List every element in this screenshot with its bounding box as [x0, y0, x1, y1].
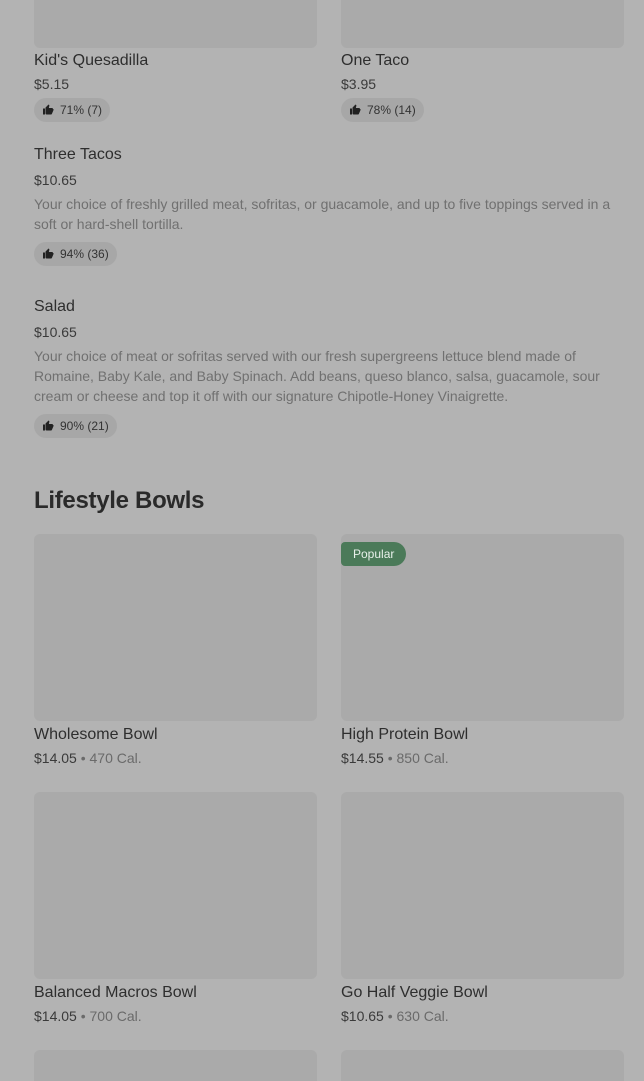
- item-calories: 630 Cal.: [396, 1008, 449, 1024]
- item-price-calories: $14.55 • 850 Cal.: [341, 750, 449, 766]
- item-name[interactable]: Go Half Veggie Bowl: [341, 984, 488, 1002]
- item-price: $14.55: [341, 750, 384, 766]
- rating-pill: 71% (7): [34, 98, 111, 122]
- popular-badge: Popular: [341, 542, 407, 566]
- rating-text: 94% (36): [60, 247, 109, 261]
- item-name[interactable]: Three Tacos: [34, 146, 122, 164]
- item-price: $3.95: [341, 76, 377, 92]
- item-image-go-half-veggie-bowl[interactable]: [341, 792, 624, 979]
- section-title: Lifestyle Bowls: [34, 487, 205, 514]
- item-name[interactable]: Balanced Macros Bowl: [34, 984, 197, 1002]
- item-price: $14.05: [34, 750, 77, 766]
- thumbs-up-icon: [350, 104, 361, 115]
- item-price: $10.65: [341, 1008, 384, 1024]
- rating-pill: 94% (36): [34, 242, 117, 266]
- item-image[interactable]: [34, 1050, 317, 1081]
- item-image-kids-quesadilla[interactable]: [34, 0, 317, 48]
- item-name[interactable]: High Protein Bowl: [341, 726, 468, 744]
- separator: •: [387, 1008, 393, 1024]
- item-calories: 470 Cal.: [89, 750, 142, 766]
- item-name[interactable]: Salad: [34, 298, 75, 316]
- item-image-one-taco[interactable]: [341, 0, 624, 48]
- separator: •: [80, 750, 86, 766]
- separator: •: [80, 1008, 86, 1024]
- item-description: Your choice of freshly grilled meat, sof…: [34, 196, 611, 232]
- item-description: Your choice of meat or sofritas served w…: [34, 348, 600, 404]
- item-price: $5.15: [34, 76, 70, 92]
- thumbs-up-icon: [43, 104, 54, 115]
- item-calories: 850 Cal.: [396, 750, 449, 766]
- rating-pill: 90% (21): [34, 414, 117, 438]
- rating-text: 90% (21): [60, 419, 109, 433]
- item-price: $10.65: [34, 172, 77, 188]
- separator: •: [387, 750, 393, 766]
- thumbs-up-icon: [43, 420, 54, 431]
- rating-pill: 78% (14): [341, 98, 424, 122]
- item-calories: 700 Cal.: [89, 1008, 142, 1024]
- item-price-calories: $14.05 • 700 Cal.: [34, 1008, 142, 1024]
- item-image[interactable]: [341, 1050, 624, 1081]
- rating-text: 71% (7): [60, 103, 103, 117]
- item-price-calories: $10.65 • 630 Cal.: [341, 1008, 449, 1024]
- item-name[interactable]: One Taco: [341, 52, 409, 70]
- item-price: $14.05: [34, 1008, 77, 1024]
- item-price-calories: $14.05 • 470 Cal.: [34, 750, 142, 766]
- thumbs-up-icon: [43, 248, 54, 259]
- item-name[interactable]: Kid's Quesadilla: [34, 52, 148, 70]
- item-image-balanced-macros-bowl[interactable]: [34, 792, 317, 979]
- item-image-wholesome-bowl[interactable]: [34, 534, 317, 721]
- rating-text: 78% (14): [367, 103, 416, 117]
- item-name[interactable]: Wholesome Bowl: [34, 726, 158, 744]
- item-price: $10.65: [34, 324, 77, 340]
